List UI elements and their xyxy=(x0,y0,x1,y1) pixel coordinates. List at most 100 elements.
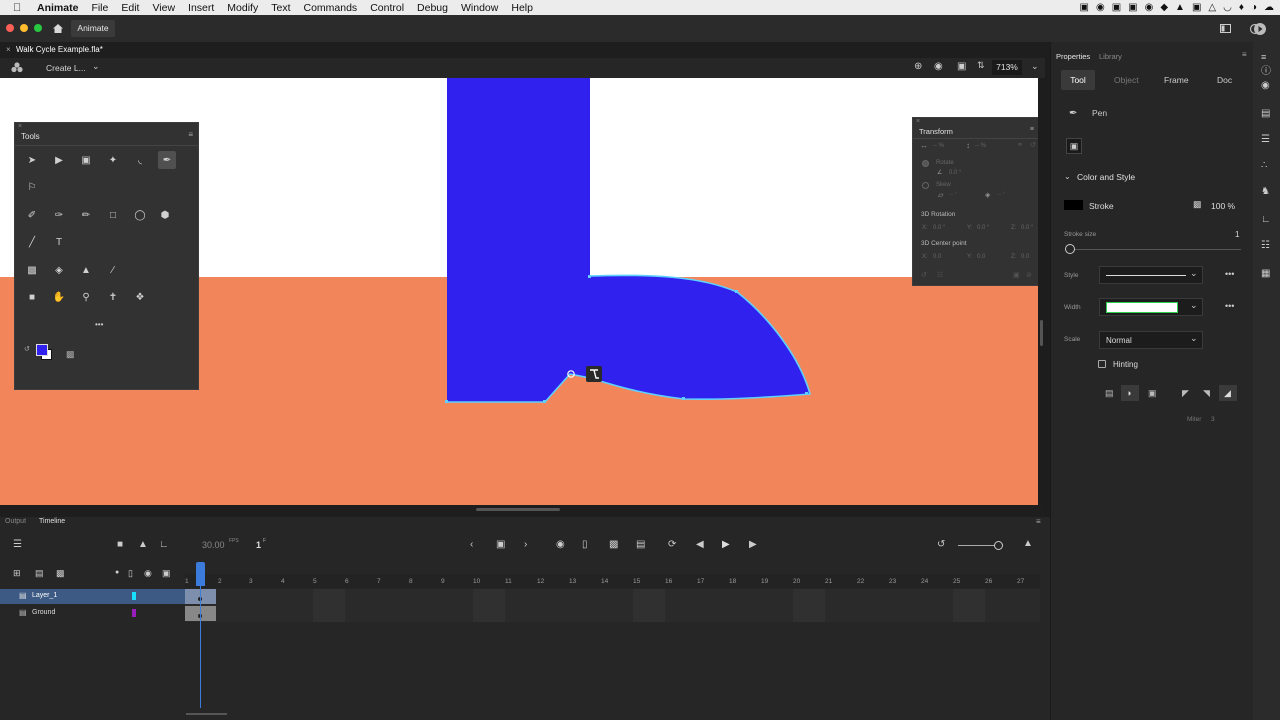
layer-color-swatch[interactable] xyxy=(132,609,136,617)
free-transform-tool-icon[interactable]: ▣ xyxy=(79,153,93,167)
status-icon-b[interactable]: ▣ xyxy=(1112,2,1121,13)
menu-view[interactable]: View xyxy=(152,2,175,14)
asset-warp-tool-icon[interactable]: ❖ xyxy=(133,290,147,304)
fill-color-swatch[interactable] xyxy=(36,344,48,356)
chevron-down-icon[interactable]: ⌄ xyxy=(92,61,100,72)
loop-icon[interactable]: ⟳ xyxy=(668,539,676,550)
strip-menu-icon[interactable]: ≡ xyxy=(1261,52,1266,62)
menu-insert[interactable]: Insert xyxy=(188,2,214,14)
timeline-scrollbar[interactable] xyxy=(186,713,227,715)
eyedropper-tool-icon[interactable]: ∕ xyxy=(106,263,120,277)
layer-name-layer-1[interactable]: Layer_1 xyxy=(32,592,57,599)
menu-window[interactable]: Window xyxy=(461,2,498,14)
selection-tool-icon[interactable]: ➤ xyxy=(25,153,39,167)
style-dropdown[interactable]: ⌄ xyxy=(1099,266,1203,284)
create-tween-icon[interactable]: ▩ xyxy=(609,539,618,550)
cap-none-icon[interactable]: ▤ xyxy=(1105,388,1114,399)
new-folder-icon[interactable]: ▤ xyxy=(35,568,44,579)
workspace-tab[interactable]: Animate xyxy=(71,20,115,37)
close-window-icon[interactable] xyxy=(6,24,14,32)
text-tool-icon[interactable]: T xyxy=(52,235,66,249)
wifi-icon[interactable]: ◡ xyxy=(1223,2,1232,13)
layer-depth-icon[interactable]: ▲ xyxy=(138,539,148,550)
sync-icon[interactable]: ◑ xyxy=(1251,2,1257,13)
hand-tool-icon[interactable]: ✋ xyxy=(52,290,66,304)
constrain-icon[interactable]: ⚭ xyxy=(1017,141,1023,149)
stroke-opacity[interactable]: 100 % xyxy=(1211,201,1235,211)
edit-symbols-icon[interactable]: ◉ xyxy=(934,61,943,72)
no-color-icon[interactable]: ▩ xyxy=(66,349,75,360)
tab-frame[interactable]: Frame xyxy=(1164,75,1189,85)
tab-library[interactable]: Library xyxy=(1099,52,1122,61)
fluid-brush-tool-icon[interactable]: ✐ xyxy=(25,208,39,222)
menu-text[interactable]: Text xyxy=(271,2,290,14)
onion-skin-icon[interactable]: ◉ xyxy=(556,539,565,550)
cap-square-icon[interactable]: ▣ xyxy=(1148,388,1157,399)
library-icon[interactable]: ☰ xyxy=(1261,134,1270,145)
properties-menu-icon[interactable]: ≡ xyxy=(1242,50,1247,59)
brush-tool-icon[interactable]: ✑ xyxy=(52,208,66,222)
prev-keyframe-icon[interactable]: ‹ xyxy=(470,539,473,550)
zoom-mountain-icon[interactable]: ▲ xyxy=(1023,538,1033,549)
hide-layers-icon[interactable]: ◉ xyxy=(144,568,152,579)
tab-doc[interactable]: Doc xyxy=(1217,75,1232,85)
stroke-size-slider[interactable] xyxy=(1065,244,1075,254)
eraser-tool-icon[interactable]: ◈ xyxy=(52,263,66,277)
cloud-icon[interactable]: ☁ xyxy=(1264,2,1274,13)
status-icon-d[interactable]: ◉ xyxy=(1145,2,1154,13)
object-drawing-icon[interactable]: ▣ xyxy=(1066,138,1082,154)
stage[interactable]: × Tools ≡ ➤ ▶ ▣ ✦ ◟ ✒ ⚐ ✐ ✑ ✏ □ ◯ ⬢ ╱ T … xyxy=(0,78,1038,505)
palette-icon[interactable]: ◉ xyxy=(1261,80,1270,91)
tab-tool[interactable]: Tool xyxy=(1061,70,1095,90)
layer-row-ground[interactable]: ▤ Ground xyxy=(0,606,185,621)
insert-blank-icon[interactable]: ▤ xyxy=(636,539,645,550)
volume-icon[interactable]: ♦ xyxy=(1239,2,1244,13)
tab-timeline[interactable]: Timeline xyxy=(39,518,65,525)
pin-tool-icon[interactable]: ⚐ xyxy=(25,180,39,194)
rotate-radio[interactable] xyxy=(922,160,929,167)
info-icon[interactable]: ⓘ xyxy=(1261,62,1271,77)
rot3d-y[interactable]: 0.0 ° xyxy=(977,225,989,231)
document-tab-title[interactable]: Walk Cycle Example.fla* xyxy=(16,45,103,54)
components-icon[interactable]: ♞ xyxy=(1261,186,1270,197)
delete-layer-icon[interactable]: ▩ xyxy=(56,568,65,579)
scene-dropdown[interactable]: Create L... xyxy=(46,63,86,73)
insert-keyframe-icon[interactable]: ▣ xyxy=(496,539,505,550)
scale-dropdown[interactable]: Normal ⌄ xyxy=(1099,331,1203,349)
outline-icon[interactable]: ▯ xyxy=(128,568,133,579)
close-doc-icon[interactable]: × xyxy=(6,45,11,54)
panel-layout-icon[interactable] xyxy=(1220,24,1231,33)
close-transform-icon[interactable]: × xyxy=(916,118,920,125)
step-forward-icon[interactable]: ▶ xyxy=(749,539,757,550)
menu-modify[interactable]: Modify xyxy=(227,2,258,14)
horizontal-scrollbar[interactable] xyxy=(476,508,560,511)
skew-h-value[interactable]: -- ° xyxy=(949,192,957,198)
join-miter-icon[interactable]: ◤ xyxy=(1182,388,1189,399)
rotate-value[interactable]: 0.0 ° xyxy=(949,170,961,176)
fps-value[interactable]: 30.00 xyxy=(202,540,225,550)
center3d-y[interactable]: 0.0 xyxy=(977,254,985,260)
menu-control[interactable]: Control xyxy=(370,2,404,14)
layer-name-ground[interactable]: Ground xyxy=(32,609,55,616)
status-icon-c[interactable]: ▣ xyxy=(1128,2,1137,13)
bone-tool-icon[interactable]: ✝ xyxy=(106,290,120,304)
center-stage-icon[interactable]: ⊕ xyxy=(914,61,922,72)
align-icon[interactable]: ▤ xyxy=(1261,108,1270,119)
transform-menu-icon[interactable]: ≡ xyxy=(1030,126,1034,133)
duplicate-icon[interactable]: ☷ xyxy=(937,271,943,279)
style-options-icon[interactable]: ••• xyxy=(1225,269,1234,279)
menu-debug[interactable]: Debug xyxy=(417,2,448,14)
maximize-window-icon[interactable] xyxy=(34,24,42,32)
clipboard-icon[interactable]: ▣ xyxy=(1192,2,1201,13)
play-icon[interactable]: ▶ xyxy=(722,539,730,550)
width-dropdown[interactable]: ⌄ xyxy=(1099,298,1203,316)
layer-color-swatch[interactable] xyxy=(132,592,136,600)
graph-icon[interactable]: ∟ xyxy=(159,539,169,550)
frame-picker-icon[interactable]: ☷ xyxy=(1261,240,1270,251)
pen-tool-icon[interactable]: ✒ xyxy=(158,151,176,169)
tab-properties[interactable]: Properties xyxy=(1056,52,1090,61)
width-options-icon[interactable]: ••• xyxy=(1225,301,1234,311)
copy-icon[interactable]: ▣ xyxy=(1013,271,1020,279)
test-movie-icon[interactable] xyxy=(1253,22,1267,36)
oval-tool-icon[interactable]: ◯ xyxy=(133,208,147,222)
